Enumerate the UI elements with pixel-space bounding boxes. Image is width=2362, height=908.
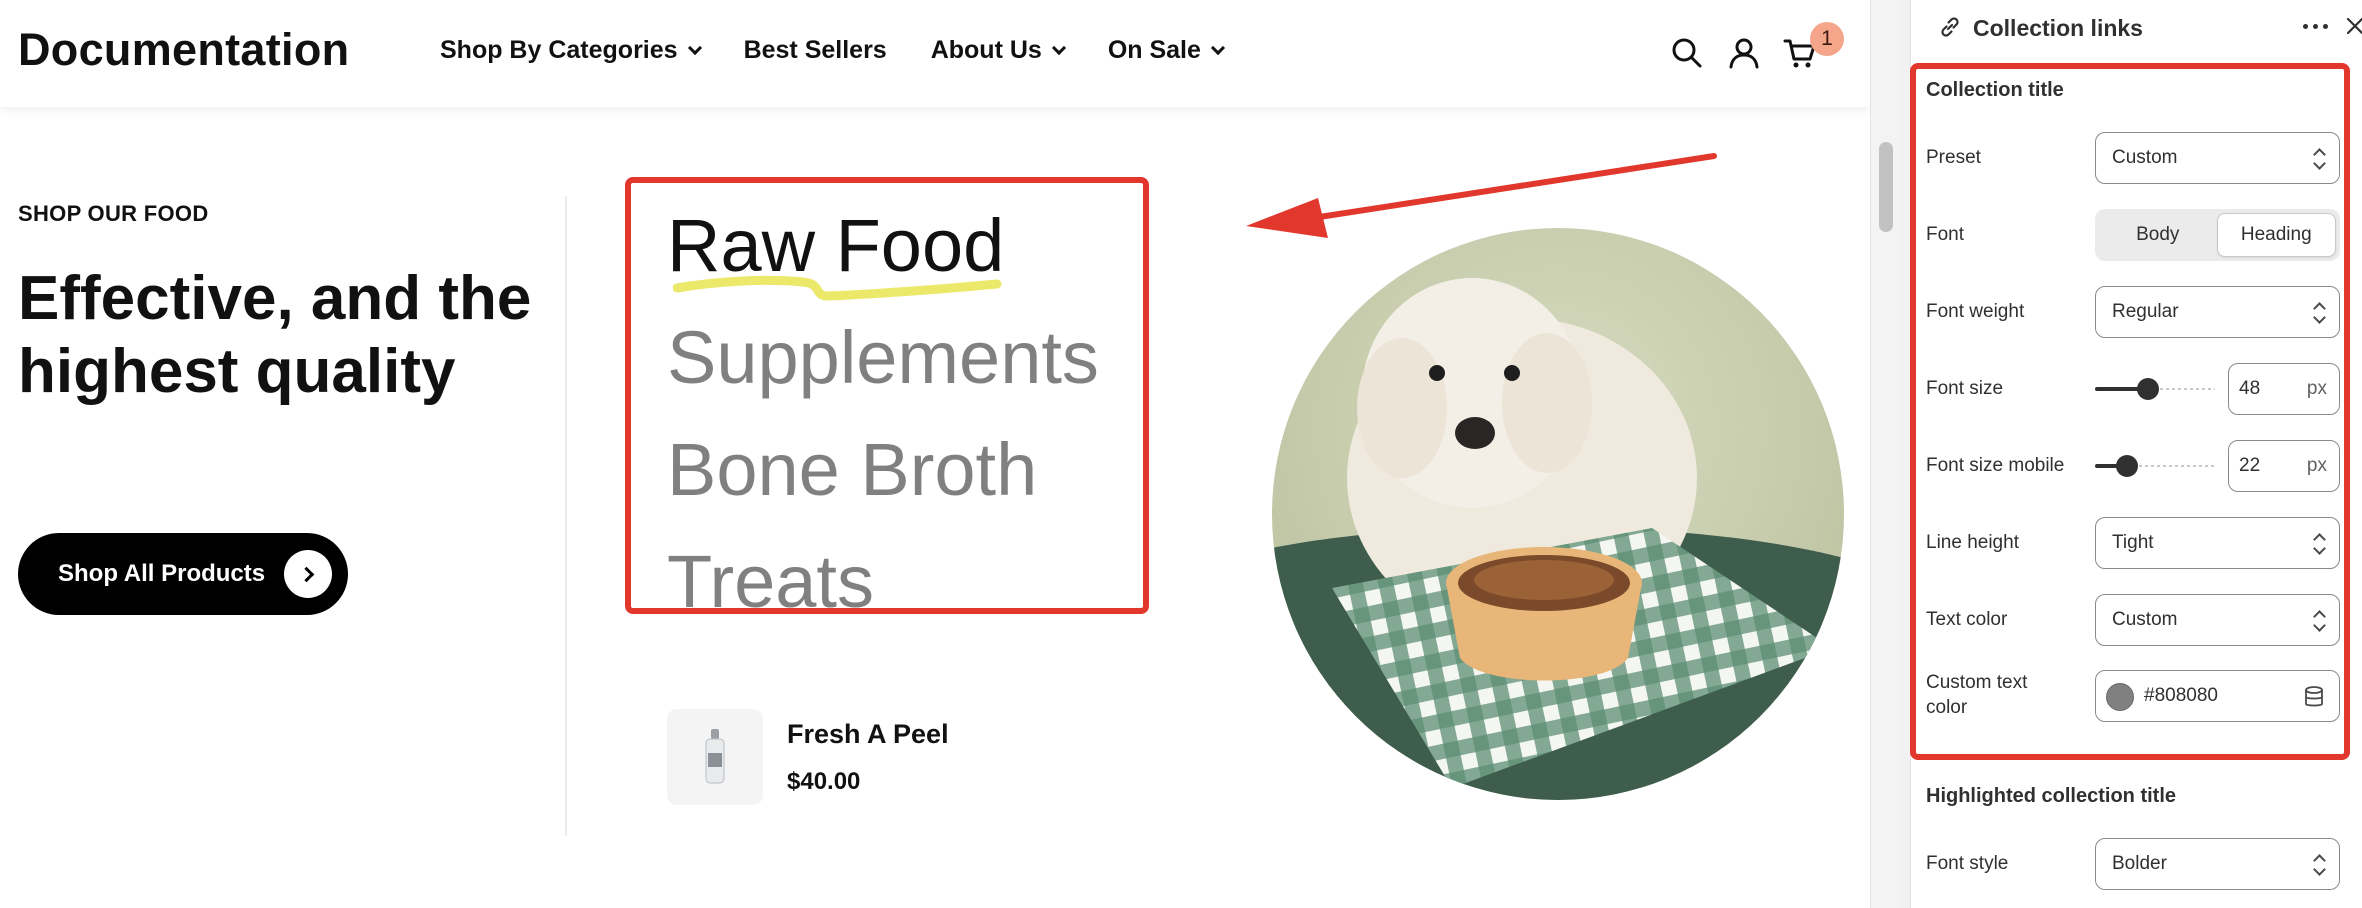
section-eyebrow: SHOP OUR FOOD [18, 201, 209, 226]
chevron-down-icon [1051, 40, 1066, 55]
annotation-highlight-box [625, 177, 1149, 614]
site-header: Documentation Shop By Categories Best Se… [0, 0, 1870, 107]
nav-label: Best Sellers [743, 36, 887, 64]
select-arrows-icon [2313, 852, 2325, 878]
font-style-label: Font style [1926, 853, 2009, 874]
account-icon[interactable] [1727, 36, 1761, 70]
cart-count-badge: 1 [1810, 22, 1844, 56]
annotation-settings-highlight-box [1910, 63, 2350, 760]
nav-label: On Sale [1107, 36, 1201, 64]
nav-label: Shop By Categories [440, 36, 678, 64]
annotation-arrow-icon [1246, 153, 1717, 238]
close-icon[interactable] [2343, 14, 2362, 44]
hero-heading: Effective, and the highest quality [18, 264, 532, 406]
panel-header: Collection links [1911, 0, 2362, 56]
preview-scrollbar[interactable] [1870, 0, 1900, 908]
vertical-divider [565, 196, 567, 836]
font-style-select[interactable]: Bolder [2095, 838, 2340, 890]
section-heading: Highlighted collection title [1926, 785, 2176, 807]
panel-title: Collection links [1973, 15, 2143, 41]
nav-label: About Us [930, 36, 1042, 64]
search-icon[interactable] [1670, 36, 1704, 70]
product-price: $40.00 [787, 767, 861, 795]
shop-all-products-button[interactable]: Shop All Products [18, 533, 348, 615]
chevron-down-icon [687, 40, 702, 55]
more-options-icon[interactable] [2303, 24, 2328, 29]
product-name[interactable]: Fresh A Peel [787, 719, 949, 750]
featured-product[interactable]: Fresh A Peel $40.00 [667, 709, 949, 805]
hero-dog-image [1272, 228, 1844, 800]
select-value: Bolder [2112, 853, 2167, 874]
arrow-right-icon [284, 550, 332, 598]
nav-shop-by-categories[interactable]: Shop By Categories [440, 36, 702, 65]
main-nav: Shop By Categories Best Sellers About Us… [440, 36, 1267, 65]
link-icon [1937, 14, 1963, 45]
button-label: Shop All Products [58, 560, 266, 587]
nav-about-us[interactable]: About Us [930, 36, 1066, 65]
nav-on-sale[interactable]: On Sale [1107, 36, 1225, 65]
chevron-down-icon [1210, 40, 1225, 55]
nav-best-sellers[interactable]: Best Sellers [744, 36, 887, 65]
site-logo[interactable]: Documentation [18, 24, 349, 76]
scrollbar-thumb[interactable] [1879, 142, 1893, 232]
storefront-preview: Documentation Shop By Categories Best Se… [0, 0, 1900, 908]
product-thumbnail[interactable] [667, 709, 763, 805]
